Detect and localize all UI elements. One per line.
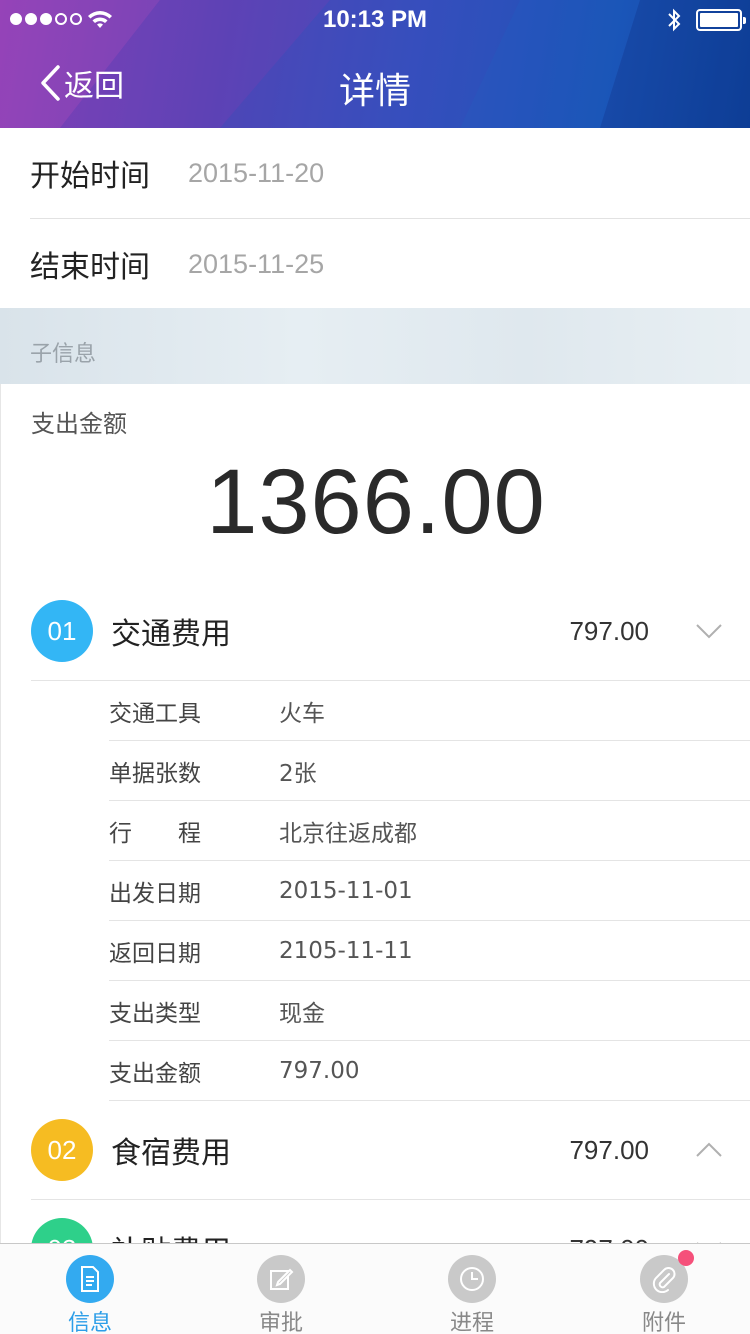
detail-value: 2015-11-01 bbox=[279, 877, 413, 904]
category-name: 食宿费用 bbox=[111, 1136, 231, 1171]
category-name: 补贴费用 bbox=[111, 1227, 231, 1244]
total-amount: 1366.00 bbox=[206, 451, 546, 553]
chevron-up-icon[interactable] bbox=[695, 1142, 723, 1158]
section-header: 子信息 bbox=[0, 308, 750, 384]
tab-label: 信息 bbox=[67, 1311, 112, 1334]
status-bar: 10:13 PM bbox=[0, 0, 750, 40]
document-icon bbox=[66, 1255, 114, 1303]
detail-key: 支出金额 bbox=[109, 1060, 201, 1087]
section-title: 子信息 bbox=[30, 342, 97, 367]
detail-row: 支出金额 797.00 bbox=[109, 1041, 750, 1101]
detail-value: 2张 bbox=[279, 760, 317, 787]
tab-approval[interactable]: 审批 bbox=[187, 1244, 375, 1334]
chevron-down-icon[interactable] bbox=[695, 623, 723, 639]
detail-key: 行 程 bbox=[109, 820, 201, 847]
category-amount: 797.00 bbox=[569, 1134, 649, 1165]
category-name: 交通费用 bbox=[111, 617, 231, 652]
detail-row: 行 程 北京往返成都 bbox=[109, 801, 750, 861]
divider bbox=[31, 1199, 750, 1200]
tab-bar: 信息 审批 进程 附件 bbox=[0, 1243, 750, 1334]
clock-icon bbox=[448, 1255, 496, 1303]
tab-attachments[interactable]: 附件 bbox=[570, 1244, 750, 1334]
detail-key: 交通工具 bbox=[109, 700, 201, 727]
page-title: 详情 bbox=[338, 71, 411, 112]
category-number-badge: 03 bbox=[31, 1218, 93, 1244]
nav-header: 10:13 PM 返回 详情 bbox=[0, 0, 750, 128]
tab-label: 进程 bbox=[449, 1311, 494, 1334]
detail-row: 返回日期 2105-11-11 bbox=[109, 921, 750, 981]
tab-label: 附件 bbox=[641, 1311, 686, 1334]
category-amount: 797.00 bbox=[569, 615, 649, 646]
start-time-value: 2015-11-20 bbox=[188, 157, 325, 188]
tab-progress[interactable]: 进程 bbox=[378, 1244, 566, 1334]
category-row-allowance[interactable]: 03 补贴费用 797.00 bbox=[1, 1201, 750, 1244]
detail-key: 出发日期 bbox=[109, 880, 201, 907]
category-number-badge: 02 bbox=[31, 1119, 93, 1181]
detail-row: 出发日期 2015-11-01 bbox=[109, 861, 750, 921]
status-time: 10:13 PM bbox=[322, 6, 428, 33]
detail-value: 现金 bbox=[279, 1000, 325, 1027]
expense-card: 支出金额 1366.00 01 交通费用 797.00 交通工具 火车 单据张数… bbox=[0, 384, 750, 1244]
bluetooth-icon bbox=[668, 8, 681, 32]
tab-info[interactable]: 信息 bbox=[0, 1244, 184, 1334]
detail-row: 支出类型 现金 bbox=[109, 981, 750, 1041]
edit-icon bbox=[257, 1255, 305, 1303]
detail-row: 单据张数 2张 bbox=[109, 741, 750, 801]
tab-label: 审批 bbox=[258, 1311, 303, 1334]
category-row-transport[interactable]: 01 交通费用 797.00 bbox=[1, 583, 750, 679]
end-time-value: 2015-11-25 bbox=[188, 248, 325, 279]
detail-value: 北京往返成都 bbox=[279, 820, 417, 847]
total-amount-label: 支出金额 bbox=[31, 410, 127, 438]
category-row-lodging[interactable]: 02 食宿费用 797.00 bbox=[1, 1102, 750, 1198]
start-time-label: 开始时间 bbox=[30, 159, 150, 194]
category-number-badge: 01 bbox=[31, 600, 93, 662]
detail-key: 支出类型 bbox=[109, 1000, 201, 1027]
detail-key: 返回日期 bbox=[109, 940, 201, 967]
detail-value: 797.00 bbox=[279, 1057, 360, 1084]
notification-badge bbox=[678, 1250, 694, 1266]
end-time-label: 结束时间 bbox=[30, 250, 150, 285]
detail-value: 火车 bbox=[279, 700, 325, 727]
detail-row: 交通工具 火车 bbox=[109, 681, 750, 741]
detail-key: 单据张数 bbox=[109, 760, 201, 787]
battery-icon bbox=[696, 9, 746, 31]
start-time-row: 开始时间 2015-11-20 bbox=[0, 128, 750, 218]
end-time-row: 结束时间 2015-11-25 bbox=[0, 219, 750, 309]
detail-value: 2105-11-11 bbox=[279, 937, 413, 964]
